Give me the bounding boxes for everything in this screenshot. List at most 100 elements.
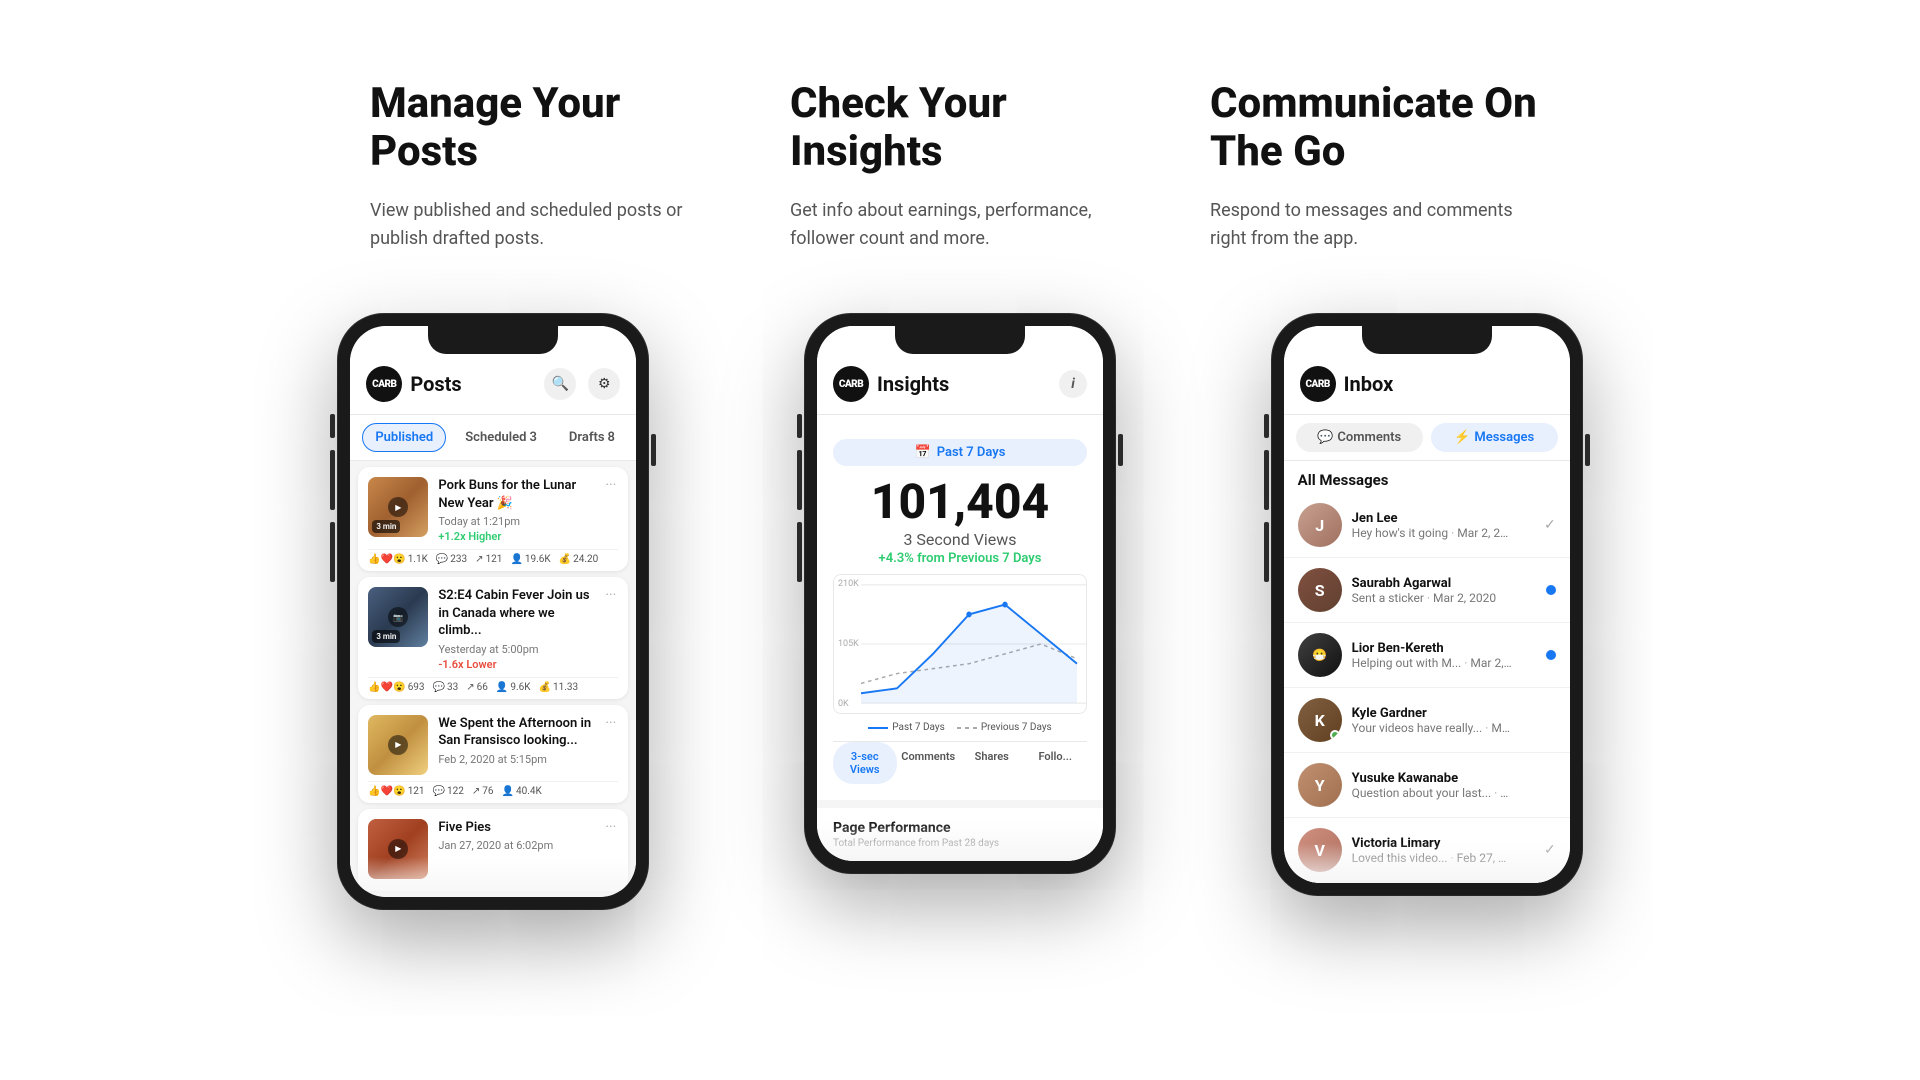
tab-3sec-views[interactable]: 3-sec Views xyxy=(833,742,897,784)
insights-phone-screen: CARB Insights i 📅 Past 7 Days 101,404 3 … xyxy=(817,326,1103,861)
post-item-1[interactable]: 3 min ▶ Pork Buns for the Lunar New Year… xyxy=(358,467,628,571)
inbox-power xyxy=(1585,434,1590,466)
message-item-victoria[interactable]: V Victoria Limary Loved this video... · … xyxy=(1284,818,1570,883)
avatar-saurabh: S xyxy=(1298,568,1342,612)
avatar-yusuke: Y xyxy=(1298,763,1342,807)
post-4-menu[interactable]: ··· xyxy=(603,819,618,879)
insights-phone-wrapper: CARB Insights i 📅 Past 7 Days 101,404 3 … xyxy=(727,314,1194,873)
message-name-yusuke: Yusuke Kawanabe xyxy=(1352,771,1546,786)
post-4-thumbnail: ▶ xyxy=(368,819,428,879)
read-check-jen: ✓ xyxy=(1544,517,1556,533)
insights-tab-bar: 3-sec Views Comments Shares Follo... xyxy=(833,741,1087,784)
tab-shares[interactable]: Shares xyxy=(960,742,1024,784)
side-buttons xyxy=(651,434,656,466)
chart-labels: 210K 105K 0K xyxy=(838,575,859,713)
post-2-perf: -1.6x Lower xyxy=(438,658,593,671)
message-content-kyle: Kyle Gardner Your videos have really... … xyxy=(1352,706,1546,735)
posts-header-icons: 🔍 ⚙ xyxy=(544,368,620,400)
online-indicator-kyle xyxy=(1330,730,1340,740)
message-list: J Jen Lee Hey how's it going · Mar 2, 20… xyxy=(1284,493,1570,883)
message-item-saurabh[interactable]: S Saurabh Agarwal Sent a sticker · Mar 2… xyxy=(1284,558,1570,623)
inbox-phone-screen: CARB Inbox 💬 Comments ⚡ Messages xyxy=(1284,326,1570,883)
message-name-lior: Lior Ben-Kereth xyxy=(1352,641,1536,656)
period-selector[interactable]: 📅 Past 7 Days xyxy=(833,439,1087,466)
message-preview-victoria: Loved this video... · Feb 27, 2020 xyxy=(1352,851,1512,865)
message-content-victoria: Victoria Limary Loved this video... · Fe… xyxy=(1352,836,1534,865)
carb-logo-1: CARB xyxy=(366,366,402,402)
posts-phone-frame: CARB Posts 🔍 ⚙ Published xyxy=(338,314,648,909)
chart-legend: Past 7 Days Previous 7 Days xyxy=(833,722,1087,733)
post-2-comments: 💬 33 xyxy=(433,682,459,693)
play-icon-2: 📷 xyxy=(388,607,408,627)
post-2-earnings: 💰 11.33 xyxy=(539,682,579,693)
message-meta-victoria: ✓ xyxy=(1544,842,1556,858)
tab-scheduled[interactable]: Scheduled3 xyxy=(452,423,550,452)
insights-left-buttons xyxy=(797,414,802,582)
info-icon[interactable]: i xyxy=(1059,370,1087,398)
post-3-reactions: 👍❤️😮 121 xyxy=(368,786,424,797)
reaction-icons-1: 👍❤️😮 xyxy=(368,554,405,565)
insights-logo: CARB Insights xyxy=(833,366,949,402)
tab-drafts[interactable]: Drafts8 xyxy=(556,423,628,452)
mute-button xyxy=(330,414,335,438)
post-item-2[interactable]: 3 min 📷 S2:E4 Cabin Fever Join us in Can… xyxy=(358,577,628,699)
message-meta-jen: ✓ xyxy=(1544,517,1556,533)
reaction-icons-2: 👍❤️😮 xyxy=(368,682,405,693)
post-1-stats: 👍❤️😮 1.1K 💬 233 ↗ 121 xyxy=(368,549,618,565)
post-item-4[interactable]: ▶ Five Pies Jan 27, 2020 at 6:02pm ··· xyxy=(358,809,628,891)
message-item-yusuke[interactable]: Y Yusuke Kawanabe Question about your la… xyxy=(1284,753,1570,818)
avatar-jen: J xyxy=(1298,503,1342,547)
tab-comments[interactable]: Comments xyxy=(897,742,961,784)
message-item-kyle[interactable]: K Kyle Gardner Your videos have really..… xyxy=(1284,688,1570,753)
calendar-icon: 📅 xyxy=(915,445,931,460)
post-3-reach: 👤 40.4K xyxy=(502,786,542,797)
message-item-jen[interactable]: J Jen Lee Hey how's it going · Mar 2, 20… xyxy=(1284,493,1570,558)
post-1-menu[interactable]: ··· xyxy=(603,477,618,543)
post-2-reach: 👤 9.6K xyxy=(496,682,531,693)
post-2-menu[interactable]: ··· xyxy=(603,587,618,671)
post-2-reactions: 👍❤️😮 693 xyxy=(368,682,424,693)
big-metric: 101,404 3 Second Views +4.3% from Previo… xyxy=(833,478,1087,566)
posts-logo: CARB Posts xyxy=(366,366,461,402)
insights-vol-dn xyxy=(797,522,802,582)
post-2-shares: ↗ 66 xyxy=(466,682,488,693)
read-check-victoria: ✓ xyxy=(1544,842,1556,858)
message-content-jen: Jen Lee Hey how's it going · Mar 2, 2020 xyxy=(1352,511,1534,540)
message-preview-saurabh: Sent a sticker · Mar 2, 2020 xyxy=(1352,591,1512,605)
inbox-app-title: Inbox xyxy=(1344,372,1394,396)
message-item-lior[interactable]: 😷 Lior Ben-Kereth Helping out with M... … xyxy=(1284,623,1570,688)
page-perf-title: Page Performance xyxy=(833,820,1087,836)
legend-past-7: Past 7 Days xyxy=(868,722,945,733)
reaction-icons-3: 👍❤️😮 xyxy=(368,786,405,797)
tab-messages-inbox[interactable]: ⚡ Messages xyxy=(1431,423,1558,452)
post-item-3[interactable]: ▶ We Spent the Afternoon in San Fransisc… xyxy=(358,705,628,803)
tab-comments-inbox[interactable]: 💬 Comments xyxy=(1296,423,1423,452)
posts-notch xyxy=(428,326,558,354)
metric-number: 101,404 xyxy=(833,478,1087,526)
posts-list: 3 min ▶ Pork Buns for the Lunar New Year… xyxy=(350,467,636,891)
chart-area: 210K 105K 0K xyxy=(833,574,1087,714)
inbox-phone-wrapper: CARB Inbox 💬 Comments ⚡ Messages xyxy=(1193,314,1660,895)
post-1-thumbnail: 3 min ▶ xyxy=(368,477,428,537)
post-3-content: We Spent the Afternoon in San Fransisco … xyxy=(438,715,593,775)
message-preview-lior: Helping out with M... · Mar 2, 2020 xyxy=(1352,656,1512,670)
post-1-earnings: 💰 24.20 xyxy=(559,554,599,565)
post-3-menu[interactable]: ··· xyxy=(603,715,618,775)
post-1-header: 3 min ▶ Pork Buns for the Lunar New Year… xyxy=(368,477,618,543)
post-2-thumbnail: 3 min 📷 xyxy=(368,587,428,647)
post-2-duration: 3 min xyxy=(372,630,400,643)
inbox-vol-dn xyxy=(1264,522,1269,582)
message-content-saurabh: Saurabh Agarwal Sent a sticker · Mar 2, … xyxy=(1352,576,1536,605)
tab-published[interactable]: Published xyxy=(362,423,446,452)
all-messages-label: All Messages xyxy=(1284,461,1570,493)
feature-title-2: Check Your Insights xyxy=(790,80,1130,177)
volume-down-button xyxy=(330,522,335,582)
comment-icon: 💬 xyxy=(1317,430,1333,445)
insights-side-buttons xyxy=(1118,434,1123,466)
filter-icon[interactable]: ⚙ xyxy=(588,368,620,400)
feature-manage-posts: Manage Your Posts View published and sch… xyxy=(330,80,750,254)
tab-followers[interactable]: Follo... xyxy=(1024,742,1088,784)
search-icon[interactable]: 🔍 xyxy=(544,368,576,400)
insights-body: 📅 Past 7 Days 101,404 3 Second Views +4.… xyxy=(817,415,1103,800)
legend-prev-7: Previous 7 Days xyxy=(957,722,1052,733)
